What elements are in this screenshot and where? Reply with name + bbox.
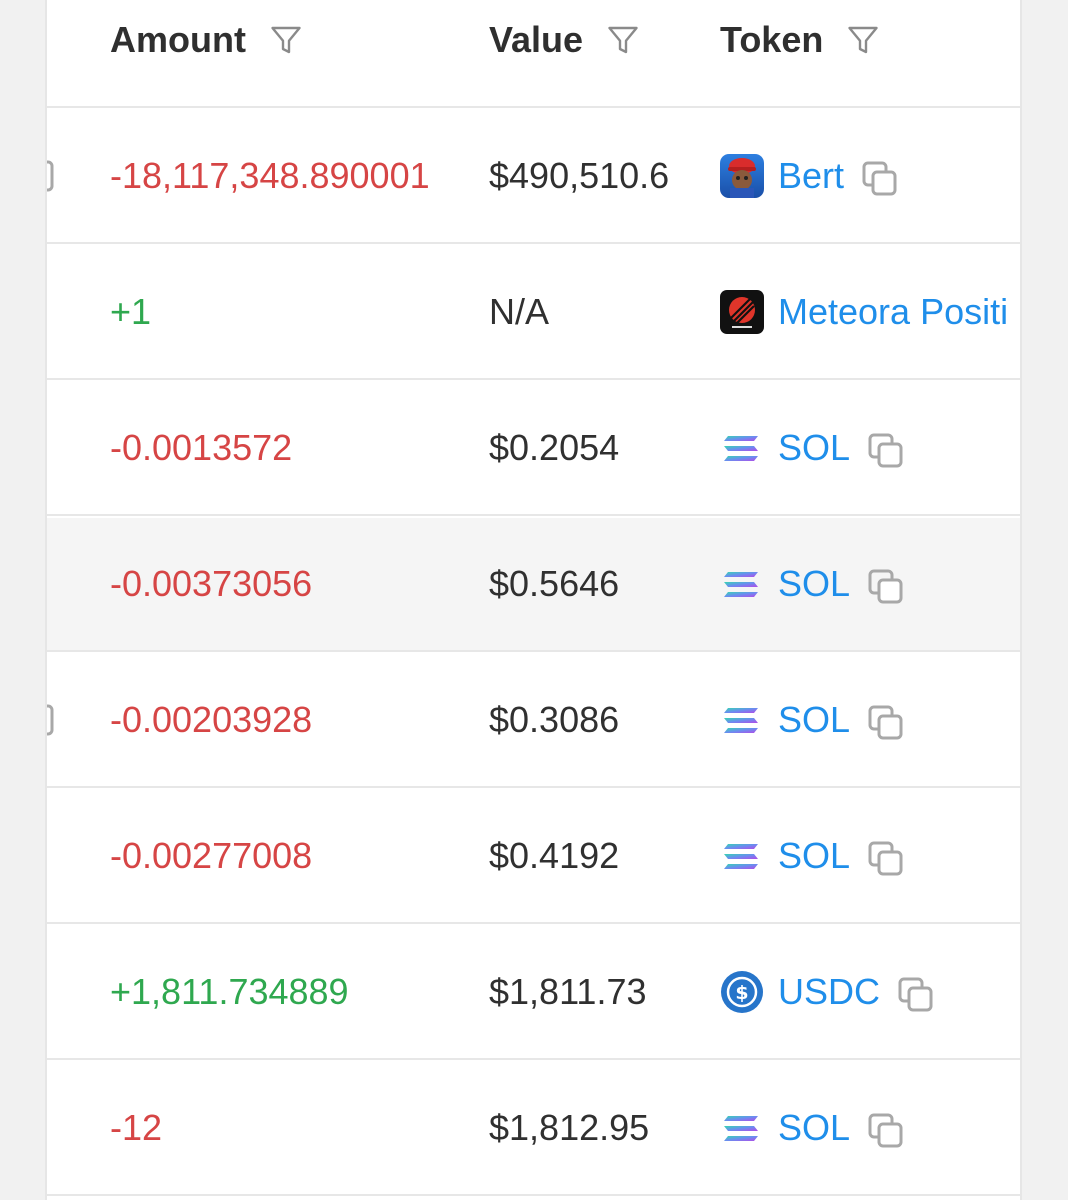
amount-cell: -18,117,348.890001 (110, 155, 430, 196)
solana-icon (720, 426, 764, 470)
token-link[interactable]: SOL (778, 427, 850, 469)
amount-header-label: Amount (110, 19, 246, 60)
token-link[interactable]: Bert (778, 155, 844, 197)
copy-icon[interactable] (47, 702, 57, 738)
table-row: +1 N/A Meteora Positi (47, 246, 1020, 380)
amount-cell: -0.00203928 (110, 699, 313, 740)
token-cell: SOL (720, 1062, 906, 1194)
value-cell: $1,811.73 (489, 971, 647, 1012)
svg-text:$: $ (735, 982, 748, 1004)
value-cell: $0.2054 (489, 427, 620, 468)
table-row: -0.00203928 $0.3086 SOL (47, 654, 1020, 788)
amount-cell: -0.00277008 (110, 835, 313, 876)
token-cell: $ USDC (720, 926, 936, 1058)
copy-icon[interactable] (866, 567, 906, 607)
token-link[interactable]: USDC (778, 971, 880, 1013)
copy-icon[interactable] (866, 839, 906, 879)
filter-icon[interactable] (605, 22, 641, 58)
token-link[interactable]: SOL (778, 563, 850, 605)
token-header-label: Token (720, 19, 824, 60)
filter-icon[interactable] (845, 22, 881, 58)
table-row: -12 $1,812.95 SOL (47, 1062, 1020, 1196)
token-link[interactable]: SOL (778, 835, 850, 877)
copy-icon[interactable] (896, 975, 936, 1015)
token-column-header: Token (720, 18, 881, 62)
table-row: +1,811.734889 $1,811.73 $ USDC (47, 926, 1020, 1060)
amount-cell: -0.00373056 (110, 563, 313, 604)
table-header: Amount Value Token (47, 0, 1020, 108)
copy-icon[interactable] (866, 1111, 906, 1151)
amount-cell: -0.0013572 (110, 427, 293, 468)
meteora-icon (720, 290, 764, 334)
token-cell: Bert (720, 110, 900, 242)
value-cell: N/A (489, 291, 550, 332)
table-row: -18,117,348.890001 $490,510.6 Bert (47, 110, 1020, 244)
copy-icon[interactable] (866, 431, 906, 471)
table-row: -0.00277008 $0.4192 SOL (47, 790, 1020, 924)
solana-icon (720, 562, 764, 606)
token-link[interactable]: Meteora Positi (778, 291, 1008, 333)
filter-icon[interactable] (268, 22, 304, 58)
solana-icon (720, 834, 764, 878)
token-cell: SOL (720, 382, 906, 514)
value-cell: $0.4192 (489, 835, 620, 876)
token-link[interactable]: SOL (778, 699, 850, 741)
copy-icon[interactable] (860, 159, 900, 199)
token-link[interactable]: SOL (778, 1107, 850, 1149)
bert-icon (720, 154, 764, 198)
amount-cell: +1 (110, 291, 152, 332)
value-column-header: Value (489, 18, 641, 62)
token-cell: SOL (720, 790, 906, 922)
solana-icon (720, 698, 764, 742)
transfers-table: Amount Value Token -18,117,348.890001 $49… (45, 0, 1022, 1200)
usdc-icon: $ (720, 970, 764, 1014)
token-cell: SOL (720, 654, 906, 786)
value-cell: $0.3086 (489, 699, 620, 740)
amount-column-header: Amount (110, 18, 304, 62)
value-cell: $490,510.6 (489, 155, 670, 196)
amount-cell: +1,811.734889 (110, 971, 349, 1012)
copy-icon[interactable] (866, 703, 906, 743)
token-cell: SOL (720, 518, 906, 650)
value-cell: $1,812.95 (489, 1107, 650, 1148)
value-header-label: Value (489, 19, 584, 60)
value-cell: $0.5646 (489, 563, 620, 604)
copy-icon[interactable] (47, 158, 57, 194)
table-row: -0.00373056 $0.5646 SOL (47, 518, 1020, 652)
table-row: -0.0013572 $0.2054 SOL (47, 382, 1020, 516)
amount-cell: -12 (110, 1107, 163, 1148)
solana-icon (720, 1106, 764, 1150)
token-cell: Meteora Positi (720, 246, 1008, 378)
